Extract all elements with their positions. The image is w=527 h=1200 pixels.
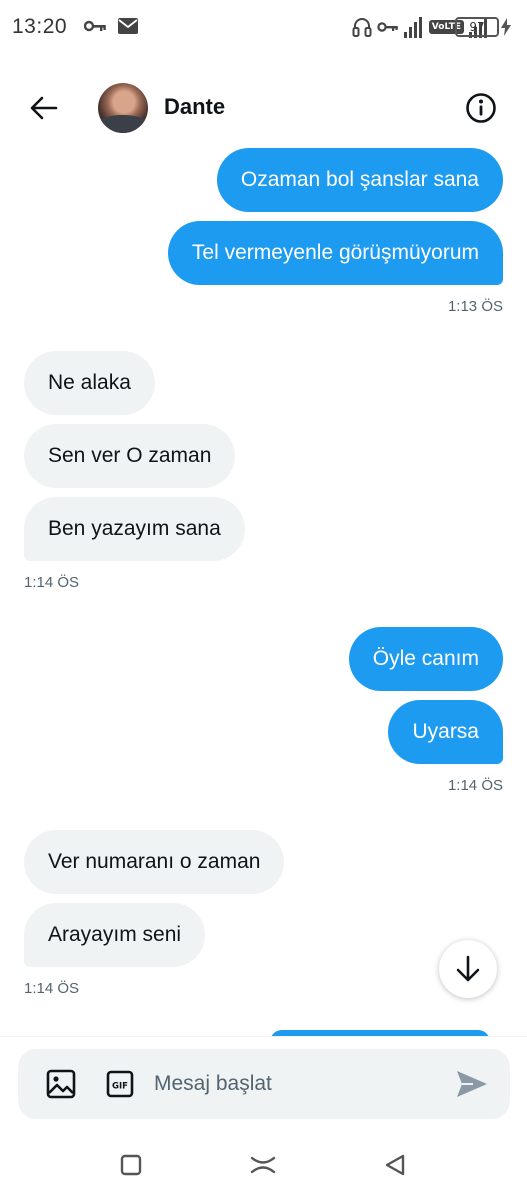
composer: GIF: [18, 1049, 510, 1119]
message-timestamp: 1:14 ÖS: [24, 980, 80, 997]
message-text: Ver numaranı o zaman: [48, 850, 261, 873]
gif-label: GIF: [112, 1082, 128, 1092]
recents-square-icon: [120, 1154, 142, 1176]
info-icon: [466, 93, 496, 123]
message-timestamp: 1:14 ÖS: [447, 777, 503, 794]
composer-bar: GIF: [0, 1036, 527, 1132]
message-text: Tel vermeyenle görüşmüyorum: [191, 241, 479, 264]
avatar[interactable]: [98, 83, 148, 133]
message-input[interactable]: [154, 1064, 444, 1104]
message-bubble-incoming[interactable]: Ne alaka: [24, 351, 155, 415]
message-bubble-incoming[interactable]: Arayayım seni: [24, 903, 206, 967]
charging-bolt-icon: [501, 18, 511, 36]
message-text: Ben yazayım sana: [48, 517, 221, 540]
message-bubble-outgoing[interactable]: Uyarsa: [388, 700, 503, 764]
mail-icon: [118, 18, 138, 34]
recents-button[interactable]: [116, 1150, 146, 1180]
nav-back-button[interactable]: [380, 1150, 410, 1180]
message-text: Ozaman bol şanslar sana: [240, 168, 479, 191]
back-triangle-icon: [385, 1154, 405, 1176]
message-text: Arayayım seni: [48, 923, 182, 946]
vpn-key-icon: [377, 22, 398, 32]
image-icon[interactable]: [46, 1069, 76, 1099]
message-bubble-incoming[interactable]: Sen ver O zaman: [24, 424, 236, 488]
system-navigation-bar: [0, 1132, 527, 1200]
scroll-to-bottom-button[interactable]: [439, 940, 497, 998]
message-text: Uyarsa: [412, 720, 479, 743]
contact-name[interactable]: Dante: [164, 94, 225, 120]
status-bar: 13:20 VoLTE 97: [0, 0, 527, 56]
info-button[interactable]: [463, 90, 499, 126]
message-timestamp: 1:13 ÖS: [447, 298, 503, 315]
message-bubble-incoming[interactable]: Ver numaranı o zaman: [24, 830, 285, 894]
message-bubble-outgoing[interactable]: Ozaman bol şanslar sana: [216, 148, 503, 212]
message-bubble-outgoing[interactable]: Tel vermeyenle görüşmüyorum: [167, 221, 503, 285]
conversation-header: Dante: [0, 72, 527, 144]
headset-icon: [352, 18, 372, 37]
key-icon: [84, 20, 106, 32]
gif-icon[interactable]: GIF: [106, 1070, 134, 1098]
arrow-down-icon: [456, 955, 480, 982]
home-icon: [250, 1156, 276, 1174]
send-icon[interactable]: [455, 1069, 489, 1099]
signal-icon: [403, 17, 422, 38]
battery-indicator: 97: [455, 17, 499, 37]
back-button[interactable]: [22, 88, 66, 128]
message-bubble-outgoing[interactable]: Öyle canım: [348, 627, 503, 691]
status-time: 13:20: [12, 15, 68, 38]
back-arrow-icon: [30, 96, 58, 120]
message-bubble-incoming[interactable]: Ben yazayım sana: [24, 497, 245, 561]
message-text: Ne alaka: [48, 371, 131, 394]
message-timestamp: 1:14 ÖS: [24, 574, 80, 591]
home-button[interactable]: [248, 1150, 278, 1180]
message-text: Öyle canım: [372, 647, 479, 670]
message-text: Sen ver O zaman: [48, 444, 212, 467]
